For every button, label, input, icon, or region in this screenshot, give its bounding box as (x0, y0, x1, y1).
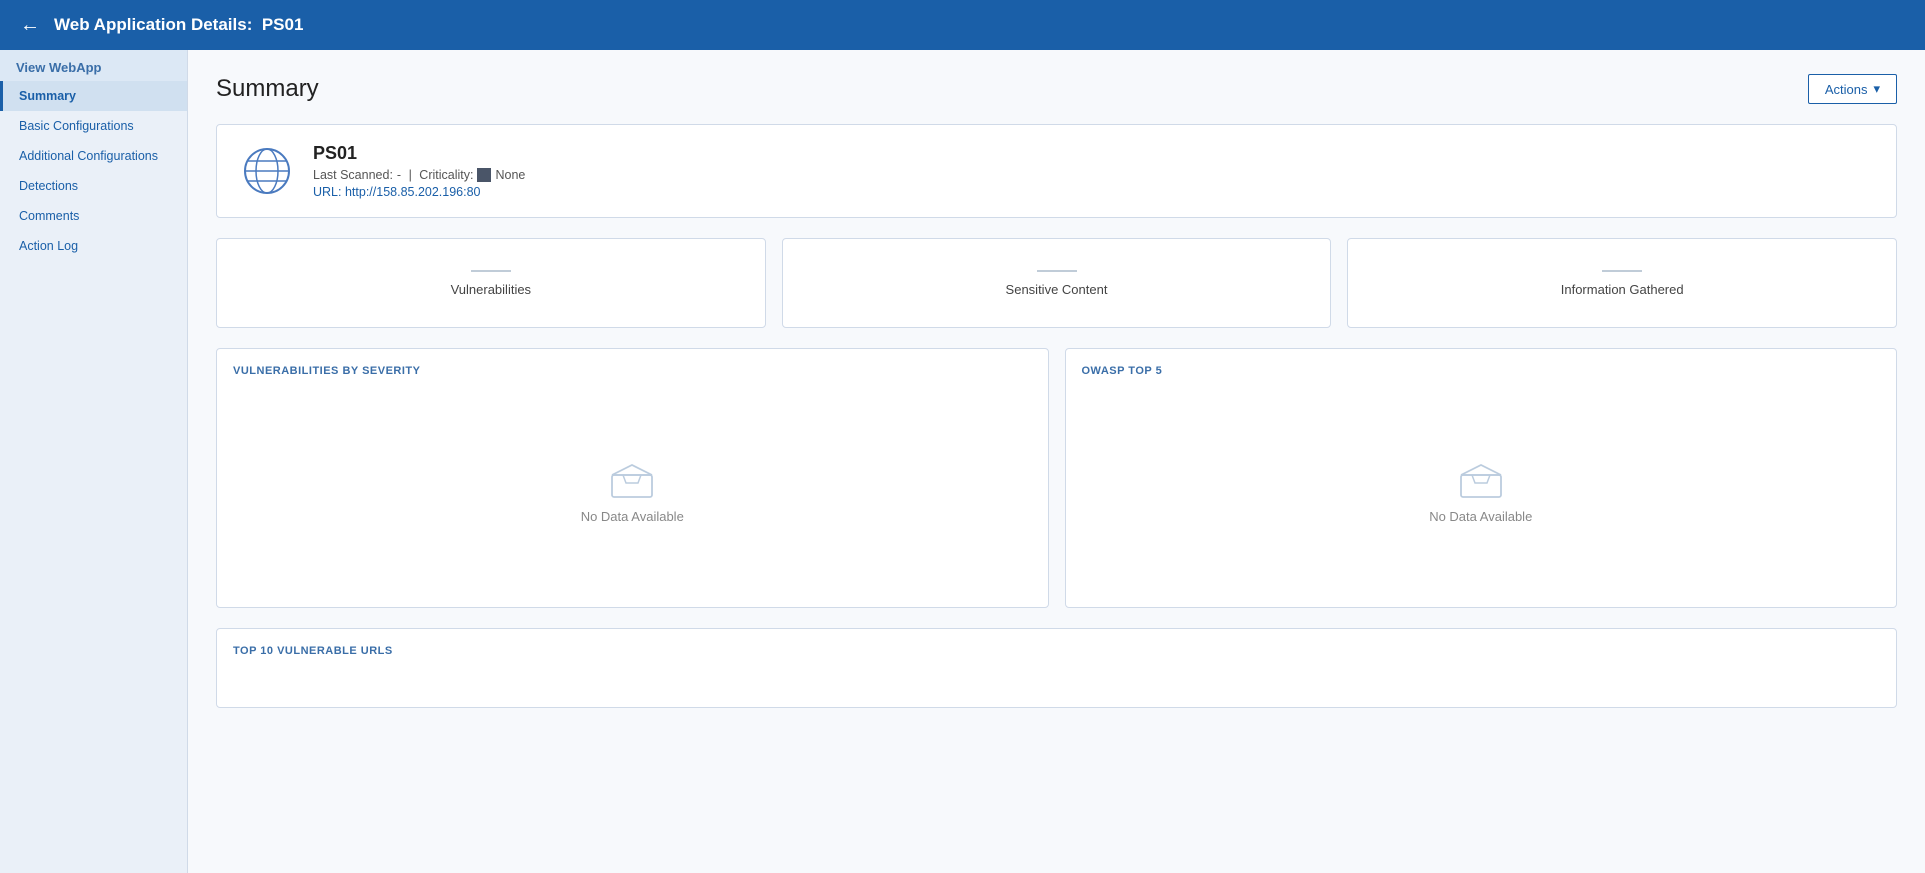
chart-vulnerabilities-by-severity: VULNERABILITIES BY SEVERITY No Data Avai… (216, 348, 1049, 608)
stat-cards-row: Vulnerabilities Sensitive Content Inform… (216, 238, 1897, 328)
stat-card-information-gathered[interactable]: Information Gathered (1347, 238, 1897, 328)
chart-owasp-body: No Data Available (1082, 389, 1881, 591)
page-title-row: Summary Actions ▾ (216, 74, 1897, 104)
sidebar-item-action-log[interactable]: Action Log (0, 231, 187, 261)
chart-vuln-body: No Data Available (233, 389, 1032, 591)
main-content: Summary Actions ▾ PS01 Last Scann (188, 50, 1925, 873)
app-info-card: PS01 Last Scanned: - | Criticality: None… (216, 124, 1897, 218)
sidebar-item-detections[interactable]: Detections (0, 171, 187, 201)
app-meta-row: Last Scanned: - | Criticality: None (313, 168, 525, 182)
app-info-text: PS01 Last Scanned: - | Criticality: None… (313, 143, 525, 199)
app-url-row: URL: http://158.85.202.196:80 (313, 185, 525, 199)
sidebar-item-summary[interactable]: Summary (0, 81, 187, 111)
stat-divider (471, 270, 511, 272)
body: View WebApp Summary Basic Configurations… (0, 50, 1925, 873)
empty-box-icon-owasp (1455, 457, 1507, 501)
sidebar-item-basic-configurations[interactable]: Basic Configurations (0, 111, 187, 141)
stat-label-information-gathered: Information Gathered (1561, 282, 1684, 297)
stat-card-vulnerabilities[interactable]: Vulnerabilities (216, 238, 766, 328)
back-button[interactable]: ← (20, 14, 40, 37)
sidebar-section-view-webapp[interactable]: View WebApp (0, 50, 187, 81)
stat-divider (1037, 270, 1077, 272)
stat-label-vulnerabilities: Vulnerabilities (451, 282, 531, 297)
stat-label-sensitive-content: Sensitive Content (1006, 282, 1108, 297)
bottom-card-title: TOP 10 VULNERABLE URLS (233, 645, 1880, 657)
stat-divider (1602, 270, 1642, 272)
no-data-owasp: No Data Available (1429, 509, 1532, 524)
sidebar-item-additional-configurations[interactable]: Additional Configurations (0, 141, 187, 171)
globe-icon (241, 145, 293, 197)
charts-row: VULNERABILITIES BY SEVERITY No Data Avai… (216, 348, 1897, 608)
bottom-card-top10-urls: TOP 10 VULNERABLE URLS (216, 628, 1897, 708)
chart-owasp-title: OWASP TOP 5 (1082, 365, 1881, 377)
no-data-vuln: No Data Available (581, 509, 684, 524)
actions-button[interactable]: Actions ▾ (1808, 74, 1897, 104)
criticality-box (477, 168, 491, 182)
sidebar-item-comments[interactable]: Comments (0, 201, 187, 231)
empty-box-icon (606, 457, 658, 501)
stat-card-sensitive-content[interactable]: Sensitive Content (782, 238, 1332, 328)
chart-owasp-top5: OWASP TOP 5 No Data Available (1065, 348, 1898, 608)
sidebar: View WebApp Summary Basic Configurations… (0, 50, 188, 873)
app-name: PS01 (313, 143, 525, 164)
header: ← Web Application Details: PS01 (0, 0, 1925, 50)
page-title: Summary (216, 75, 319, 103)
chart-vuln-title: VULNERABILITIES BY SEVERITY (233, 365, 1032, 377)
header-title: Web Application Details: PS01 (54, 15, 303, 35)
